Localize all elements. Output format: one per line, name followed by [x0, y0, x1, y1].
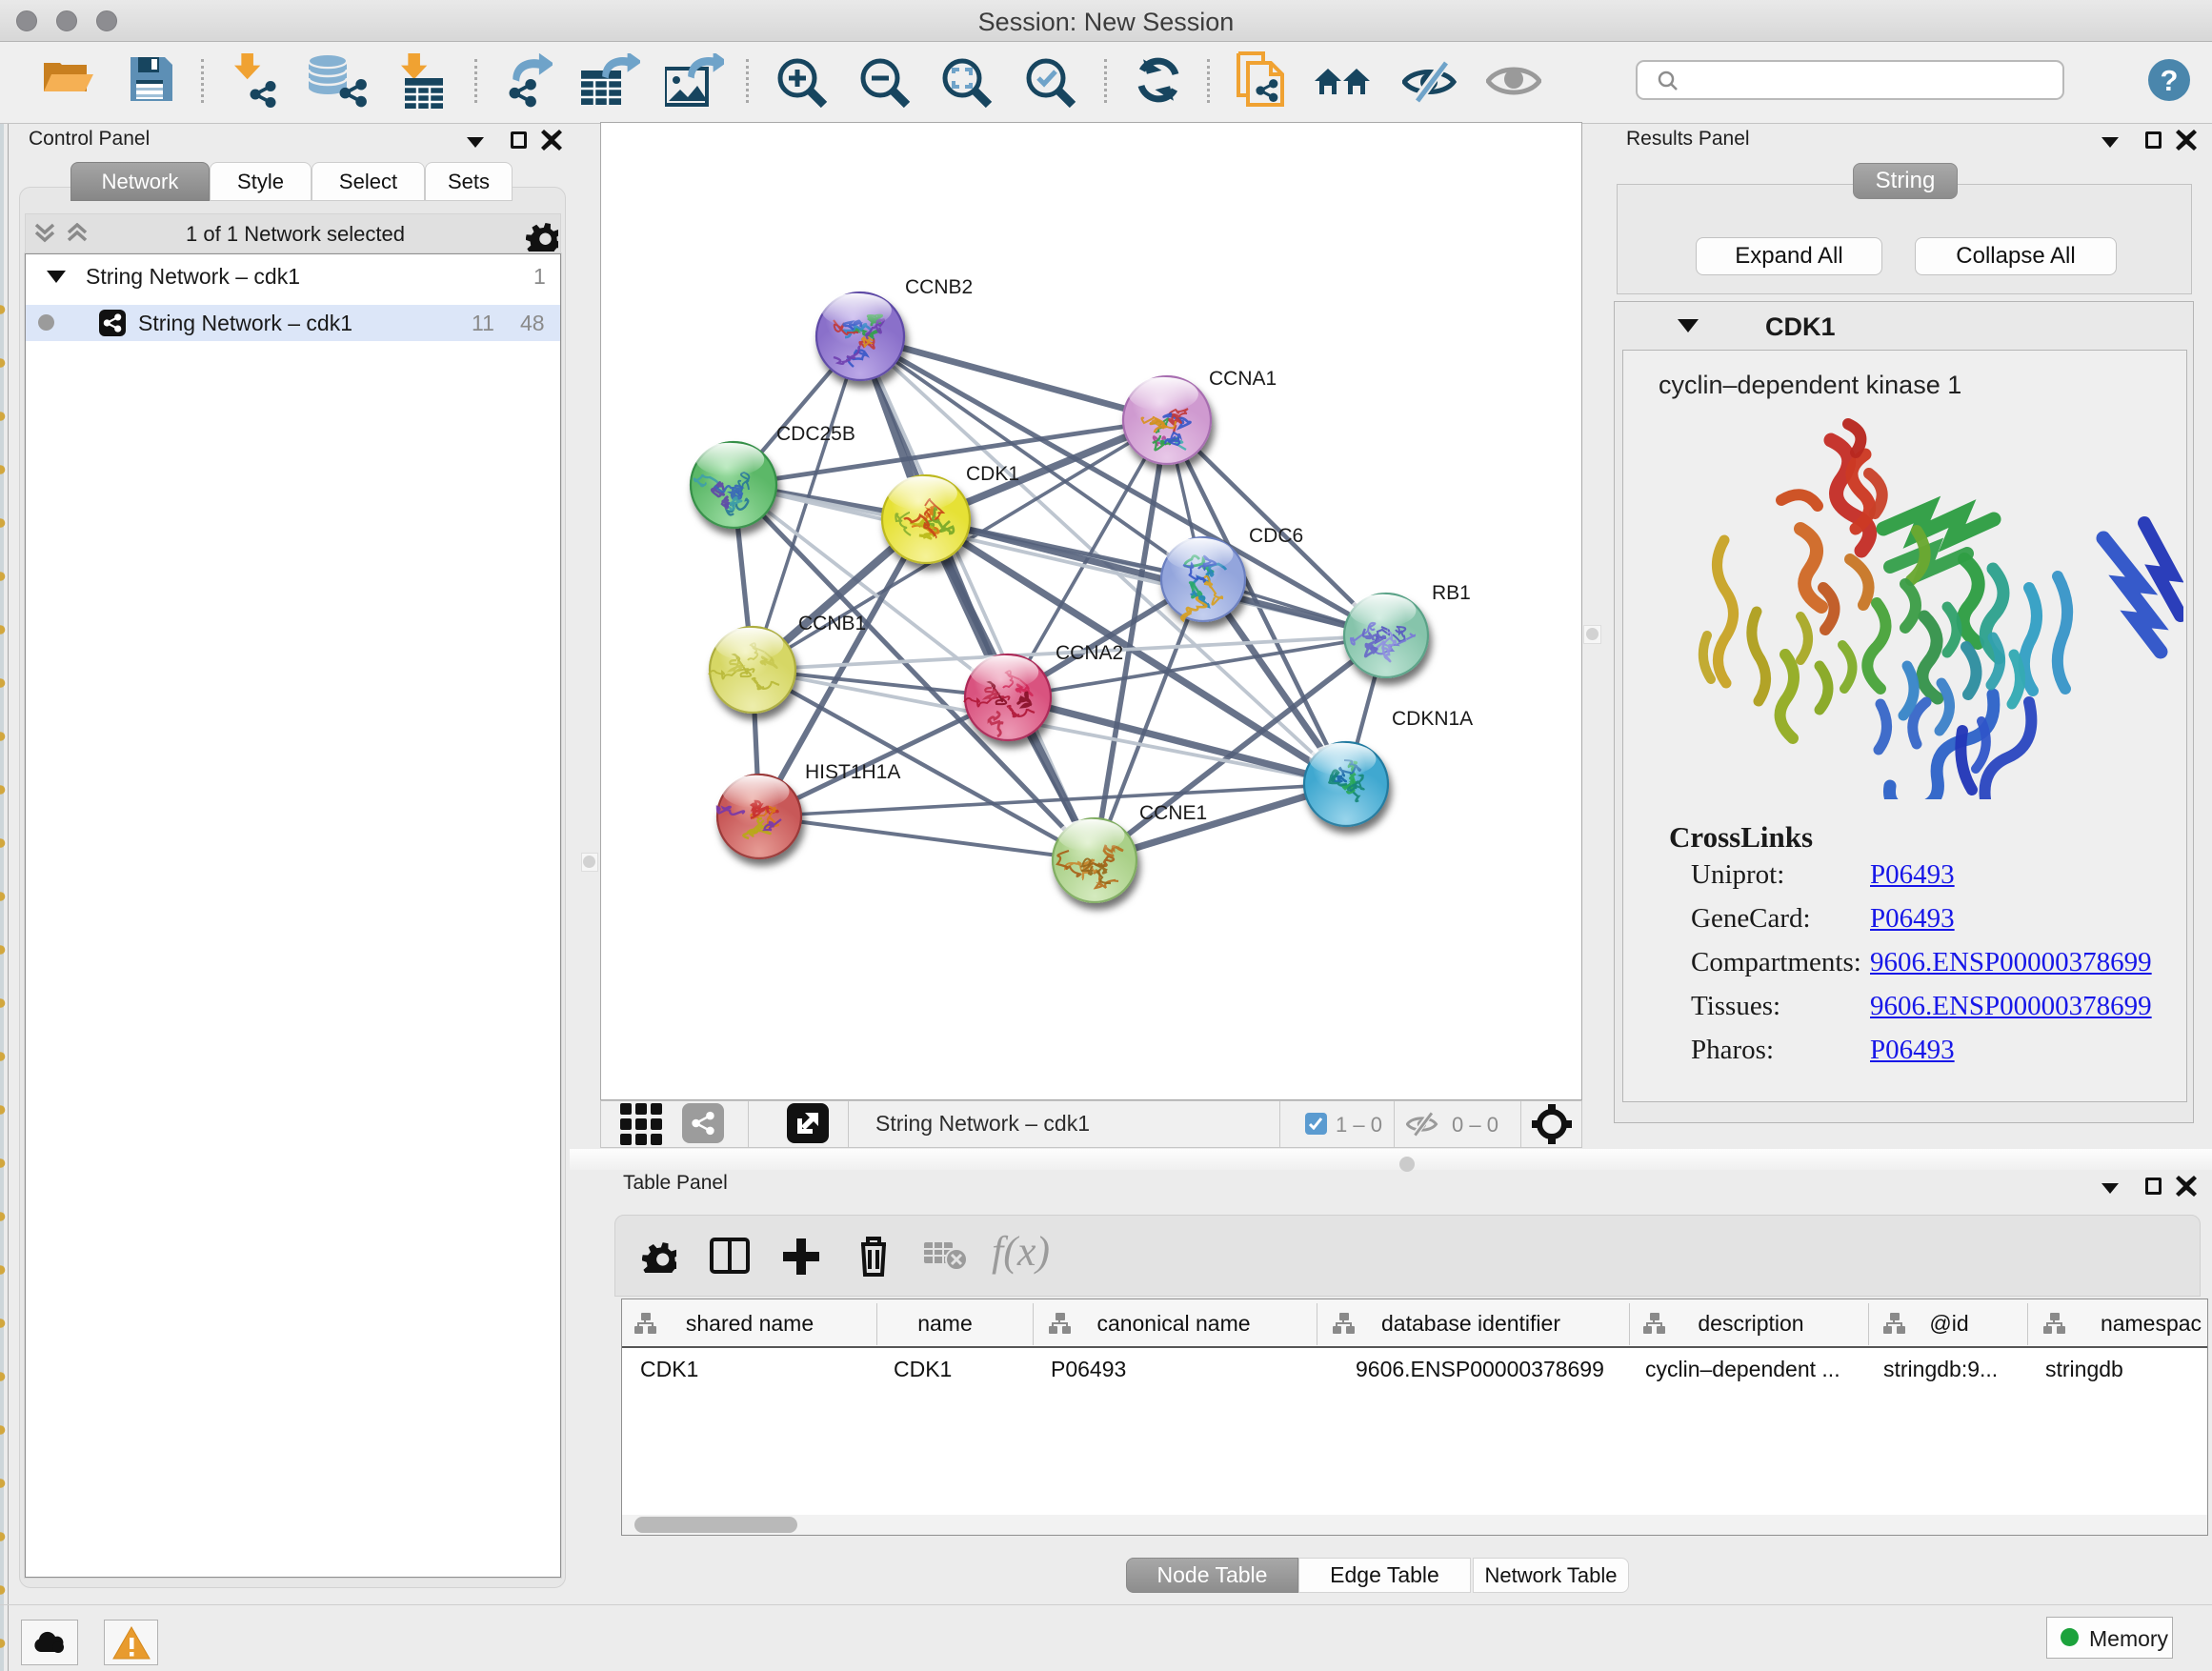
- svg-text:CDKN1A: CDKN1A: [1392, 708, 1473, 730]
- svg-text:CCNE1: CCNE1: [1139, 802, 1207, 824]
- svg-text:CCNB1: CCNB1: [798, 613, 866, 634]
- svg-text:CCNA1: CCNA1: [1209, 368, 1277, 390]
- svg-text:CDK1: CDK1: [966, 463, 1019, 485]
- svg-text:RB1: RB1: [1432, 582, 1471, 604]
- svg-text:HIST1H1A: HIST1H1A: [805, 761, 900, 783]
- svg-text:CCNB2: CCNB2: [905, 276, 973, 298]
- svg-text:CCNA2: CCNA2: [1056, 642, 1123, 664]
- svg-text:CDC6: CDC6: [1249, 525, 1303, 547]
- svg-text:CDC25B: CDC25B: [776, 423, 855, 445]
